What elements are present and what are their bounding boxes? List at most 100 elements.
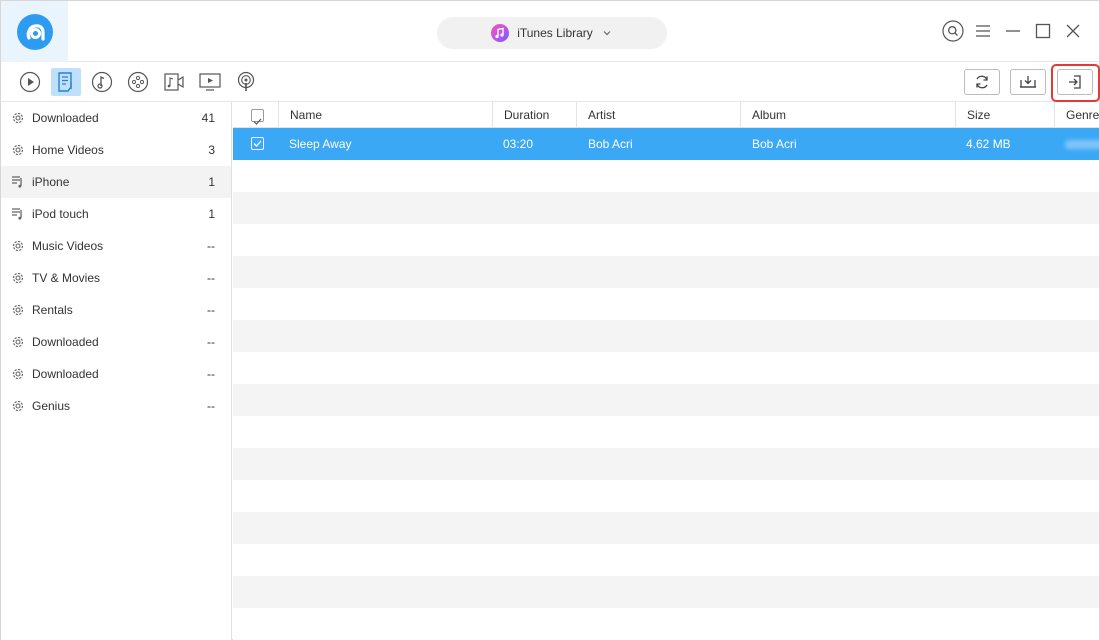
sidebar-item-count: -- xyxy=(207,271,215,285)
close-icon xyxy=(1066,24,1080,38)
gear-icon xyxy=(10,239,25,254)
sidebar-item-label: Downloaded xyxy=(32,335,99,349)
sidebar-item-count: -- xyxy=(207,303,215,317)
gear-icon xyxy=(10,335,25,350)
sidebar-item-count: -- xyxy=(207,239,215,253)
download-to-computer-icon xyxy=(1020,76,1036,88)
column-header-name[interactable]: Name xyxy=(278,102,492,128)
category-tv[interactable] xyxy=(195,68,225,96)
table-row-empty xyxy=(233,448,1099,480)
app-window: iTunes Library Downloaded 41 Home Videos… xyxy=(0,0,1100,640)
sidebar-item-genius[interactable]: Genius -- xyxy=(1,390,231,422)
sidebar-item-label: Downloaded xyxy=(32,111,99,125)
minimize-button[interactable] xyxy=(1001,18,1025,44)
column-header-genre[interactable]: Genre xyxy=(1054,102,1099,128)
sidebar-item-count: 1 xyxy=(208,175,215,189)
sidebar-item-label: Home Videos xyxy=(32,143,104,157)
search-icon xyxy=(942,20,964,42)
category-podcasts[interactable] xyxy=(231,68,261,96)
app-logo-icon xyxy=(17,14,53,50)
window-controls xyxy=(941,18,1085,44)
checkmark-icon xyxy=(253,140,262,147)
select-all-column xyxy=(233,102,278,128)
export-to-computer-button[interactable] xyxy=(1010,69,1046,95)
close-button[interactable] xyxy=(1061,18,1085,44)
table-row[interactable]: Sleep Away 03:20 Bob Acri Bob Acri 4.62 … xyxy=(233,128,1099,160)
category-music-videos[interactable] xyxy=(159,68,189,96)
refresh-button[interactable] xyxy=(964,69,1000,95)
refresh-icon xyxy=(976,75,988,89)
title-bar: iTunes Library xyxy=(1,1,1099,62)
sidebar-item-label: Music Videos xyxy=(32,239,104,253)
source-label: iTunes Library xyxy=(517,26,593,40)
table-row-empty xyxy=(233,544,1099,576)
category-music[interactable] xyxy=(87,68,117,96)
column-header-duration[interactable]: Duration xyxy=(492,102,576,128)
sidebar-item-tv-movies[interactable]: TV & Movies -- xyxy=(1,262,231,294)
playlist-icon xyxy=(58,72,72,92)
cell-genre-blurred xyxy=(1065,140,1099,149)
podcast-icon xyxy=(237,71,255,91)
minimize-icon xyxy=(1006,30,1020,32)
gear-icon xyxy=(10,271,25,286)
hamburger-menu-icon xyxy=(976,25,990,37)
table-row-empty xyxy=(233,288,1099,320)
column-header-artist[interactable]: Artist xyxy=(576,102,740,128)
sidebar-item-home-videos[interactable]: Home Videos 3 xyxy=(1,134,231,166)
sidebar: Downloaded 41 Home Videos 3 iPhone 1 iPo… xyxy=(1,102,232,640)
table-body: Sleep Away 03:20 Bob Acri Bob Acri 4.62 … xyxy=(233,128,1099,640)
tv-icon xyxy=(199,73,221,91)
column-header-size[interactable]: Size xyxy=(955,102,1054,128)
sidebar-item-count: 3 xyxy=(208,143,215,157)
sidebar-item-rentals[interactable]: Rentals -- xyxy=(1,294,231,326)
film-reel-icon xyxy=(127,71,149,93)
table-row-empty xyxy=(233,352,1099,384)
music-video-icon xyxy=(164,73,184,91)
checkmark-icon xyxy=(253,118,262,125)
source-selector[interactable]: iTunes Library xyxy=(437,17,667,49)
table-row-empty xyxy=(233,192,1099,224)
sidebar-item-count: -- xyxy=(207,335,215,349)
playlist-icon xyxy=(10,175,25,190)
gear-icon xyxy=(10,143,25,158)
gear-icon xyxy=(10,367,25,382)
play-circle-icon xyxy=(19,71,41,93)
menu-button[interactable] xyxy=(971,18,995,44)
select-all-checkbox[interactable] xyxy=(251,109,264,125)
cell-album: Bob Acri xyxy=(752,137,797,151)
chevron-down-icon xyxy=(603,31,611,36)
table-row-empty xyxy=(233,512,1099,544)
sidebar-item-iphone[interactable]: iPhone 1 xyxy=(1,166,231,198)
search-button[interactable] xyxy=(941,18,965,44)
cell-duration: 03:20 xyxy=(503,137,534,151)
table-row-empty xyxy=(233,320,1099,352)
table-row-empty xyxy=(233,416,1099,448)
sidebar-item-count: -- xyxy=(207,399,215,413)
highlight-box xyxy=(1051,64,1100,102)
gear-icon xyxy=(10,399,25,414)
cell-size: 4.62 MB xyxy=(966,137,1011,151)
table-row-empty xyxy=(233,576,1099,608)
sidebar-item-downloaded-3[interactable]: Downloaded -- xyxy=(1,358,231,390)
sidebar-item-label: Downloaded xyxy=(32,367,99,381)
column-header-album[interactable]: Album xyxy=(740,102,955,128)
sidebar-item-label: Rentals xyxy=(32,303,73,317)
sidebar-item-downloaded[interactable]: Downloaded 41 xyxy=(1,102,231,134)
gear-icon xyxy=(10,303,25,318)
sidebar-item-label: iPhone xyxy=(32,175,70,189)
table-row-empty xyxy=(233,480,1099,512)
category-movies[interactable] xyxy=(123,68,153,96)
sidebar-item-label: TV & Movies xyxy=(32,271,101,285)
toolbar xyxy=(1,62,1100,102)
table-row-empty xyxy=(233,256,1099,288)
sidebar-item-ipod-touch[interactable]: iPod touch 1 xyxy=(1,198,231,230)
table-row-empty xyxy=(233,224,1099,256)
category-play[interactable] xyxy=(15,68,45,96)
sidebar-item-count: 41 xyxy=(201,111,215,125)
maximize-button[interactable] xyxy=(1031,18,1055,44)
row-checkbox[interactable] xyxy=(251,137,264,150)
playlist-icon xyxy=(10,207,25,222)
category-playlist[interactable] xyxy=(51,68,81,96)
sidebar-item-music-videos[interactable]: Music Videos -- xyxy=(1,230,231,262)
sidebar-item-downloaded-2[interactable]: Downloaded -- xyxy=(1,326,231,358)
